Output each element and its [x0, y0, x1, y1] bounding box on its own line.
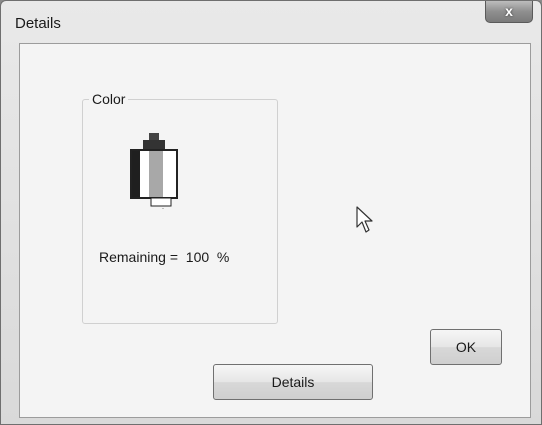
color-group-box: Color Remaining = 100 %	[82, 91, 278, 324]
ink-cartridge-icon	[130, 133, 178, 209]
close-button[interactable]: x	[485, 1, 533, 23]
dialog-content: Color Remaining = 100 % OK Details	[19, 43, 531, 418]
remaining-unit: %	[216, 249, 230, 265]
details-dialog: Details x Color Remaining = 100 % OK Det…	[0, 0, 542, 425]
mouse-pointer-icon	[356, 206, 373, 233]
window-title: Details	[15, 15, 61, 32]
ok-button[interactable]: OK	[430, 329, 502, 365]
group-label: Color	[89, 91, 129, 107]
remaining-label: Remaining =	[99, 249, 178, 265]
title-bar[interactable]: Details x	[1, 1, 541, 43]
remaining-text: Remaining = 100 %	[99, 249, 229, 265]
close-icon: x	[505, 3, 513, 19]
details-button[interactable]: Details	[213, 364, 373, 400]
remaining-value: 100	[185, 249, 210, 265]
